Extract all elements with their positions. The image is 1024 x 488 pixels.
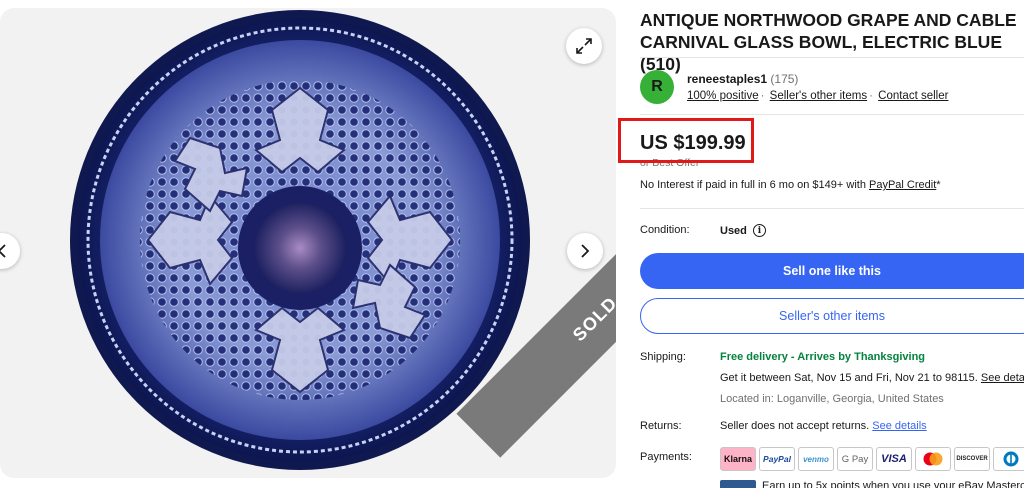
mastercard-icon — [923, 452, 943, 466]
condition-label: Condition: — [640, 224, 690, 236]
seller-other-items-link[interactable]: Seller's other items — [770, 90, 867, 102]
payments-label: Payments: — [640, 451, 692, 463]
financing-text: No Interest if paid in full in 6 mo on $… — [640, 179, 869, 191]
item-location: Located in: Loganville, Georgia, United … — [720, 393, 944, 405]
klarna-logo: Klarna — [720, 447, 756, 471]
image-gallery[interactable]: SOLD — [0, 8, 616, 478]
visa-logo: VISA — [876, 447, 912, 471]
contact-seller-link[interactable]: Contact seller — [878, 90, 948, 102]
payment-methods: Klarna PayPal venmo G Pay VISA DISCOVER — [720, 447, 1024, 471]
venmo-logo: venmo — [798, 447, 834, 471]
info-icon[interactable]: i — [752, 224, 766, 237]
sold-label: SOLD — [568, 292, 616, 345]
seller-name[interactable]: reneestaples1 — [687, 72, 767, 86]
sellers-other-items-button[interactable]: Seller's other items — [640, 298, 1024, 334]
separator: · — [869, 90, 873, 102]
seller-info: reneestaples1 (175) — [687, 72, 798, 86]
positive-feedback-link[interactable]: 100% positive — [687, 90, 759, 102]
item-title: ANTIQUE NORTHWOOD GRAPE AND CABLE CARNIV… — [640, 10, 1017, 74]
credit-card-icon — [720, 480, 756, 488]
shipping-details-link[interactable]: See details — [981, 372, 1024, 384]
shipping-label: Shipping: — [640, 351, 686, 363]
financing-suffix: * — [936, 179, 941, 191]
promo-text: Earn up to 5x points when you use your e… — [762, 480, 1024, 488]
paypal-logo: PayPal — [759, 447, 795, 471]
diners-club-logo — [993, 447, 1024, 471]
chevron-left-icon — [0, 244, 6, 258]
diners-club-icon — [1003, 451, 1019, 467]
free-delivery-text: Free delivery - Arrives by Thanksgiving — [720, 351, 926, 363]
sell-one-like-this-button[interactable]: Sell one like this — [640, 253, 1024, 289]
price-highlight-box — [618, 118, 754, 163]
returns-details-link[interactable]: See details — [872, 420, 926, 432]
returns-label: Returns: — [640, 420, 682, 432]
returns-text: Seller does not accept returns. — [720, 420, 873, 432]
delivery-window: Get it between Sat, Nov 15 and Fri, Nov … — [720, 372, 1024, 384]
mastercard-promo: Earn up to 5x points when you use your e… — [720, 480, 1024, 488]
next-image-button[interactable] — [567, 233, 603, 269]
divider — [640, 114, 1024, 115]
condition-value: Used i — [720, 224, 766, 237]
divider — [640, 208, 1024, 209]
separator: · — [760, 90, 765, 102]
returns-policy: Seller does not accept returns. See deta… — [720, 420, 927, 432]
financing-note: No Interest if paid in full in 6 mo on $… — [640, 179, 941, 191]
condition-text: Used — [720, 224, 747, 237]
listing-details: ANTIQUE NORTHWOOD GRAPE AND CABLE CARNIV… — [618, 0, 1024, 488]
divider — [640, 57, 1024, 58]
discover-logo: DISCOVER — [954, 447, 990, 471]
avatar-letter: R — [651, 78, 663, 95]
feedback-count: (175) — [770, 72, 799, 86]
mastercard-logo — [915, 447, 951, 471]
google-pay-logo: G Pay — [837, 447, 873, 471]
delivery-window-text: Get it between Sat, Nov 15 and Fri, Nov … — [720, 372, 981, 384]
chevron-right-icon — [581, 244, 590, 258]
seller-links: 100% positive · Seller's other items · Con… — [687, 90, 948, 102]
expand-button[interactable] — [566, 28, 602, 64]
seller-avatar[interactable]: R — [640, 70, 674, 104]
expand-icon — [576, 38, 592, 54]
paypal-credit-link[interactable]: PayPal Credit — [869, 179, 936, 191]
